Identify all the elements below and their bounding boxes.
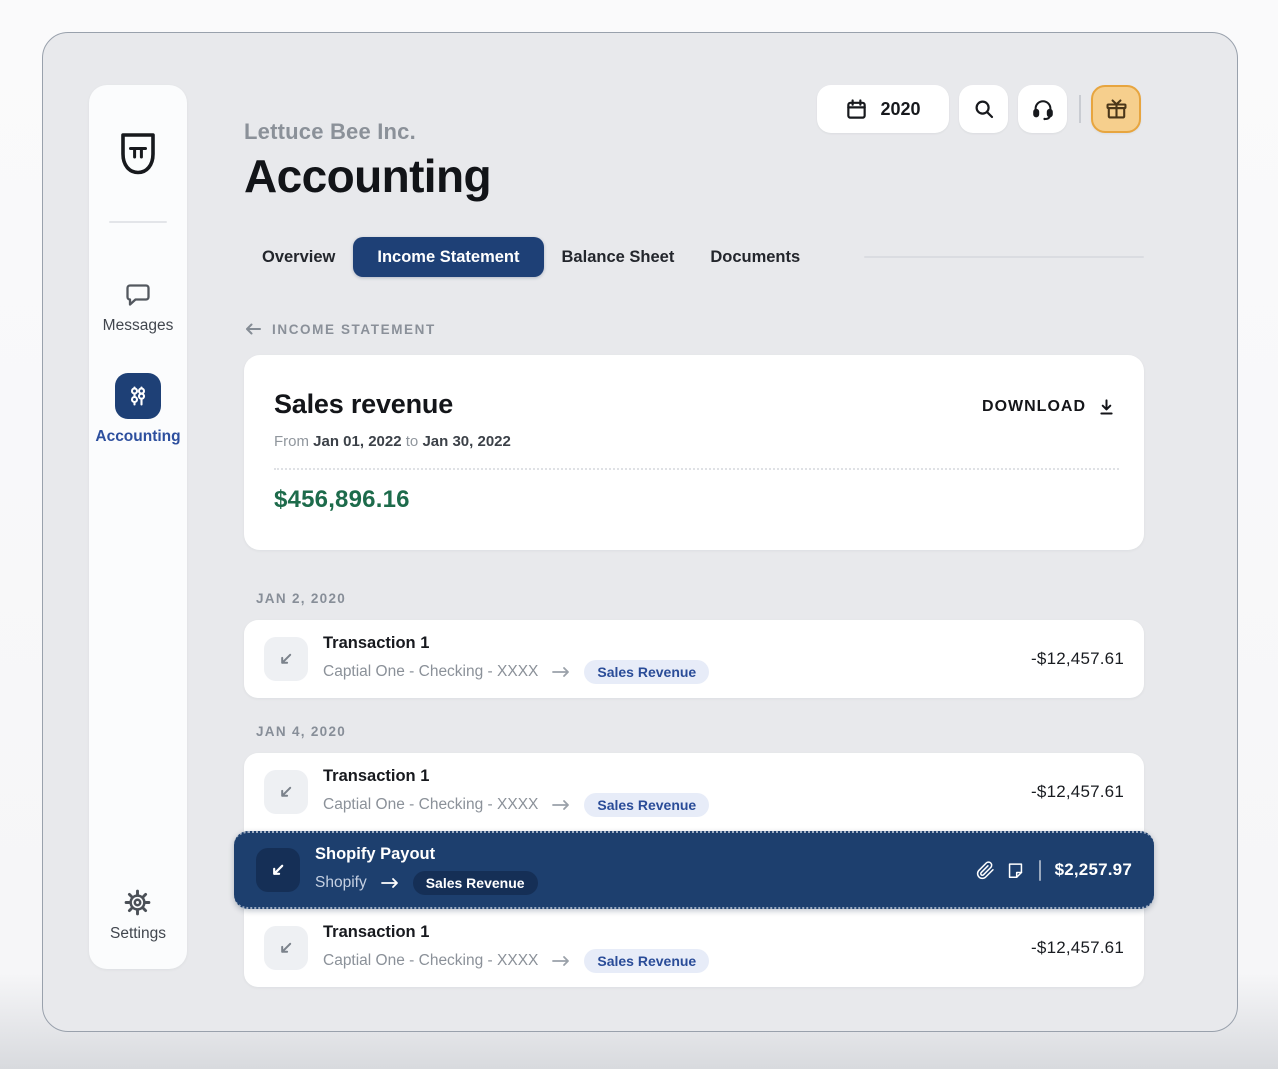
tab-balance-sheet[interactable]: Balance Sheet — [544, 237, 693, 277]
transaction-title: Transaction 1 — [323, 923, 709, 942]
transaction-card: Transaction 1 Captial One - Checking - X… — [244, 753, 1144, 987]
category-badge[interactable]: Sales Revenue — [413, 871, 538, 895]
abacus-icon — [115, 373, 161, 419]
date-range: From Jan 01, 2022 to Jan 30, 2022 — [274, 433, 511, 450]
arrow-down-left-icon — [264, 926, 308, 970]
summary-card: Sales revenue From Jan 01, 2022 to Jan 3… — [244, 355, 1144, 550]
transaction-amount: $2,257.97 — [1055, 860, 1132, 880]
download-button[interactable]: DOWNLOAD — [982, 397, 1116, 417]
transaction-row-selected[interactable]: Shopify Payout Shopify Sales Revenue — [234, 831, 1154, 909]
sidebar-item-label: Messages — [103, 317, 174, 335]
back-arrow-icon — [244, 321, 262, 337]
main-content: Lettuce Bee Inc. Accounting Overview Inc… — [244, 85, 1144, 987]
arrow-right-icon — [551, 799, 571, 811]
tab-overview[interactable]: Overview — [244, 237, 353, 277]
sidebar: Messages Accounting — [89, 85, 187, 969]
summary-amount: $456,896.16 — [274, 486, 410, 514]
gear-icon — [124, 889, 151, 916]
transaction-amount: -$12,457.61 — [1031, 649, 1124, 669]
sidebar-item-label: Settings — [110, 925, 166, 943]
tab-rule — [864, 256, 1144, 258]
arrow-right-icon — [551, 666, 571, 678]
transaction-title: Shopify Payout — [315, 845, 538, 864]
transaction-source: Captial One - Checking - XXXX — [323, 796, 538, 814]
chat-bubble-icon — [124, 281, 152, 308]
transaction-source: Captial One - Checking - XXXX — [323, 663, 538, 681]
tab-documents[interactable]: Documents — [692, 237, 818, 277]
arrow-right-icon — [551, 955, 571, 967]
summary-title: Sales revenue — [274, 389, 453, 420]
transaction-title: Transaction 1 — [323, 634, 709, 653]
download-icon — [1097, 397, 1116, 417]
transaction-amount: -$12,457.61 — [1031, 782, 1124, 802]
paperclip-icon[interactable] — [976, 861, 995, 880]
transaction-card: Transaction 1 Captial One - Checking - X… — [244, 620, 1144, 698]
sidebar-item-accounting[interactable]: Accounting — [95, 373, 180, 446]
sidebar-divider — [109, 221, 167, 223]
date-start: Jan 01, 2022 — [313, 433, 401, 450]
transaction-row[interactable]: Transaction 1 Captial One - Checking - X… — [244, 909, 1144, 987]
app-window: Messages Accounting — [42, 32, 1238, 1032]
breadcrumb[interactable]: INCOME STATEMENT — [244, 321, 1144, 337]
note-icon[interactable] — [1006, 861, 1025, 880]
arrow-down-left-icon — [256, 848, 300, 892]
group-date-header: JAN 2, 2020 — [244, 591, 1144, 606]
transaction-row[interactable]: Transaction 1 Captial One - Checking - X… — [244, 753, 1144, 831]
arrow-down-left-icon — [264, 770, 308, 814]
tab-bar: Overview Income Statement Balance Sheet … — [244, 237, 1144, 277]
sidebar-item-messages[interactable]: Messages — [103, 281, 174, 335]
category-badge[interactable]: Sales Revenue — [584, 660, 709, 684]
download-label: DOWNLOAD — [982, 398, 1086, 416]
arrow-down-left-icon — [264, 637, 308, 681]
transaction-title: Transaction 1 — [323, 767, 709, 786]
transaction-row[interactable]: Transaction 1 Captial One - Checking - X… — [244, 620, 1144, 698]
arrow-right-icon — [380, 877, 400, 889]
transaction-source: Shopify — [315, 874, 367, 892]
category-badge[interactable]: Sales Revenue — [584, 949, 709, 973]
transaction-amount: -$12,457.61 — [1031, 938, 1124, 958]
amount-divider — [1039, 860, 1041, 881]
breadcrumb-label: INCOME STATEMENT — [272, 322, 436, 337]
transaction-source: Captial One - Checking - XXXX — [323, 952, 538, 970]
page-title: Accounting — [244, 149, 1144, 203]
dotted-divider — [274, 468, 1119, 470]
category-badge[interactable]: Sales Revenue — [584, 793, 709, 817]
pi-shield-logo-icon — [116, 131, 160, 177]
sidebar-item-label: Accounting — [95, 428, 180, 446]
sidebar-item-settings[interactable]: Settings — [110, 889, 166, 943]
group-date-header: JAN 4, 2020 — [244, 724, 1144, 739]
company-name: Lettuce Bee Inc. — [244, 119, 1144, 145]
date-end: Jan 30, 2022 — [422, 433, 510, 450]
tab-income-statement[interactable]: Income Statement — [353, 237, 543, 277]
